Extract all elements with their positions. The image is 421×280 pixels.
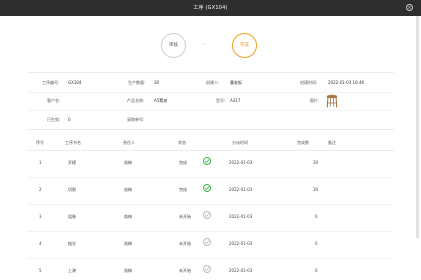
product-image[interactable] xyxy=(326,94,338,108)
row-date: 2022-01-03 xyxy=(229,268,253,273)
image-label: 图片: xyxy=(310,98,320,103)
row-date: 2022-01-03 xyxy=(229,241,253,246)
col-owner: 责任人 xyxy=(123,140,135,145)
row-status: 未开始 xyxy=(179,214,191,219)
row-status: 未开始 xyxy=(179,268,191,273)
title-bar: 工序 (GX104) × xyxy=(0,0,421,16)
code-label: 工序编号: xyxy=(42,80,60,85)
table-row[interactable]: 4 抛光 翁梅 未开始 2022-01-03 0 xyxy=(27,232,394,259)
col-date: 分派时间 xyxy=(232,140,248,145)
row-seq: 5 xyxy=(39,268,42,273)
row-count: 30 xyxy=(313,187,319,192)
row-name: 抛光 xyxy=(68,241,76,246)
creator-value: 曹老板 xyxy=(230,80,242,85)
row-seq: 4 xyxy=(39,241,42,246)
row-count: 0 xyxy=(315,214,318,219)
quantity-label: 生产数量: xyxy=(128,80,146,85)
pending-circle-icon xyxy=(203,265,211,273)
row-owner: 翁梅 xyxy=(124,214,132,219)
col-seq: 序号 xyxy=(36,140,44,145)
creator-label: 创建人: xyxy=(206,80,220,85)
created-label: 创建时间: xyxy=(300,80,318,85)
row-owner: 翁梅 xyxy=(124,241,132,246)
work-order-window: { "window": { "title": "工序 (GX104)" }, "… xyxy=(0,0,421,280)
product-value: A5凳液 xyxy=(154,98,168,103)
row-name: 上漆 xyxy=(68,268,76,273)
info-row: 客户名: 产品名称: A5凳液 型号: A317 图片: xyxy=(27,92,394,111)
step-review[interactable]: 审核 xyxy=(161,33,186,58)
col-status: 状态 xyxy=(178,140,186,145)
model-label: 型号: xyxy=(216,98,226,103)
pending-circle-icon xyxy=(203,211,211,219)
row-date: 2022-01-03 xyxy=(229,214,253,219)
info-row: 已生效: 0 采购单号: xyxy=(27,111,394,129)
row-owner: 翁梅 xyxy=(124,268,132,273)
row-status: 未开始 xyxy=(179,241,191,246)
row-date: 2022-01-03 xyxy=(229,160,253,165)
row-name: 开模 xyxy=(68,160,76,165)
check-circle-icon xyxy=(203,184,211,192)
row-seq: 2 xyxy=(39,187,42,192)
table-row[interactable]: 5 上漆 翁梅 未开始 2022-01-03 0 xyxy=(27,259,394,280)
code-value: GX104 xyxy=(68,80,82,85)
row-name: 组装 xyxy=(68,214,76,219)
check-circle-icon xyxy=(203,157,211,165)
order-label: 采购单号: xyxy=(127,117,145,122)
scrollbar-thumb[interactable] xyxy=(416,16,419,238)
row-seq: 3 xyxy=(39,214,42,219)
table-header: 序号 工序节名 责任人 状态 分派时间 完成数 备注 xyxy=(36,140,396,148)
table-row[interactable]: 3 组装 翁梅 未开始 2022-01-03 0 xyxy=(27,205,394,232)
col-note: 备注 xyxy=(328,140,336,145)
row-count: 0 xyxy=(315,241,318,246)
row-owner: 翁梅 xyxy=(124,187,132,192)
info-row: 工序编号: GX104 生产数量: 30 创建人: 曹老板 创建时间: 2022… xyxy=(27,74,394,93)
row-date: 2022-01-03 xyxy=(229,187,253,192)
info-panel: 工序编号: GX104 生产数量: 30 创建人: 曹老板 创建时间: 2022… xyxy=(27,72,394,130)
done-label: 已生效: xyxy=(47,117,61,122)
customer-label: 客户名: xyxy=(47,98,61,103)
done-value: 0 xyxy=(68,117,71,122)
col-name: 工序节名 xyxy=(65,140,81,145)
scrollbar[interactable] xyxy=(416,16,419,238)
quantity-value: 30 xyxy=(154,80,160,85)
window-title: 工序 (GX104) xyxy=(193,5,228,11)
row-status: 完成 xyxy=(179,187,187,192)
model-value: A317 xyxy=(230,98,241,103)
row-count: 0 xyxy=(315,268,318,273)
close-icon[interactable]: × xyxy=(406,4,413,11)
row-count: 30 xyxy=(313,160,319,165)
table-row[interactable]: 2 切割 翁梅 完成 2022-01-03 30 xyxy=(27,178,394,205)
step-arrow-icon: › xyxy=(203,42,205,47)
row-owner: 翁梅 xyxy=(124,160,132,165)
table-row[interactable]: 1 开模 翁梅 完成 2022-01-03 30 xyxy=(27,151,394,178)
row-seq: 1 xyxy=(39,160,42,165)
row-name: 切割 xyxy=(68,187,76,192)
created-value: 2022-01-03 16:46 xyxy=(328,80,365,85)
product-label: 产品名称: xyxy=(127,98,145,103)
pending-circle-icon xyxy=(203,238,211,246)
row-status: 完成 xyxy=(179,160,187,165)
col-count: 完成数 xyxy=(297,140,309,145)
step-complete[interactable]: 完成 xyxy=(232,33,257,58)
